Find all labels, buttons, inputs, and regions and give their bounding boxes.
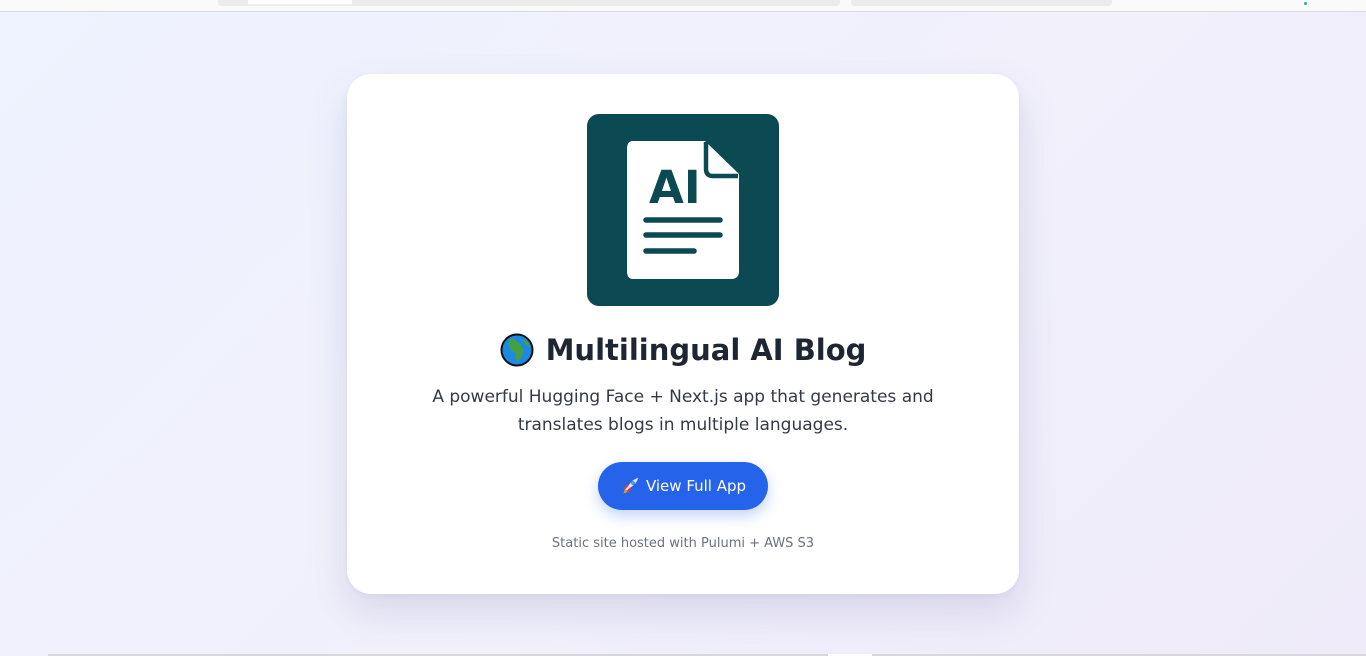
status-dot bbox=[1304, 2, 1307, 5]
view-full-app-button[interactable]: View Full App bbox=[598, 462, 768, 510]
browser-top-strip bbox=[0, 0, 1366, 12]
top-bar-segment bbox=[851, 0, 1112, 6]
top-active-tab bbox=[248, 0, 352, 4]
hosting-note: Static site hosted with Pulumi + AWS S3 bbox=[551, 536, 815, 551]
ai-document-icon: AI bbox=[587, 114, 779, 306]
page-title: Multilingual AI Blog bbox=[545, 333, 867, 367]
logo-text: AI bbox=[649, 161, 701, 214]
page-heading: Multilingual AI Blog bbox=[347, 330, 1019, 370]
view-full-app-label: View Full App bbox=[645, 477, 747, 495]
landing-card: AI Multilingual AI Blog A powerful Huggi… bbox=[347, 74, 1019, 594]
rocket-icon bbox=[622, 477, 639, 494]
page-description: A powerful Hugging Face + Next.js app th… bbox=[432, 387, 934, 435]
globe-icon bbox=[500, 333, 534, 367]
